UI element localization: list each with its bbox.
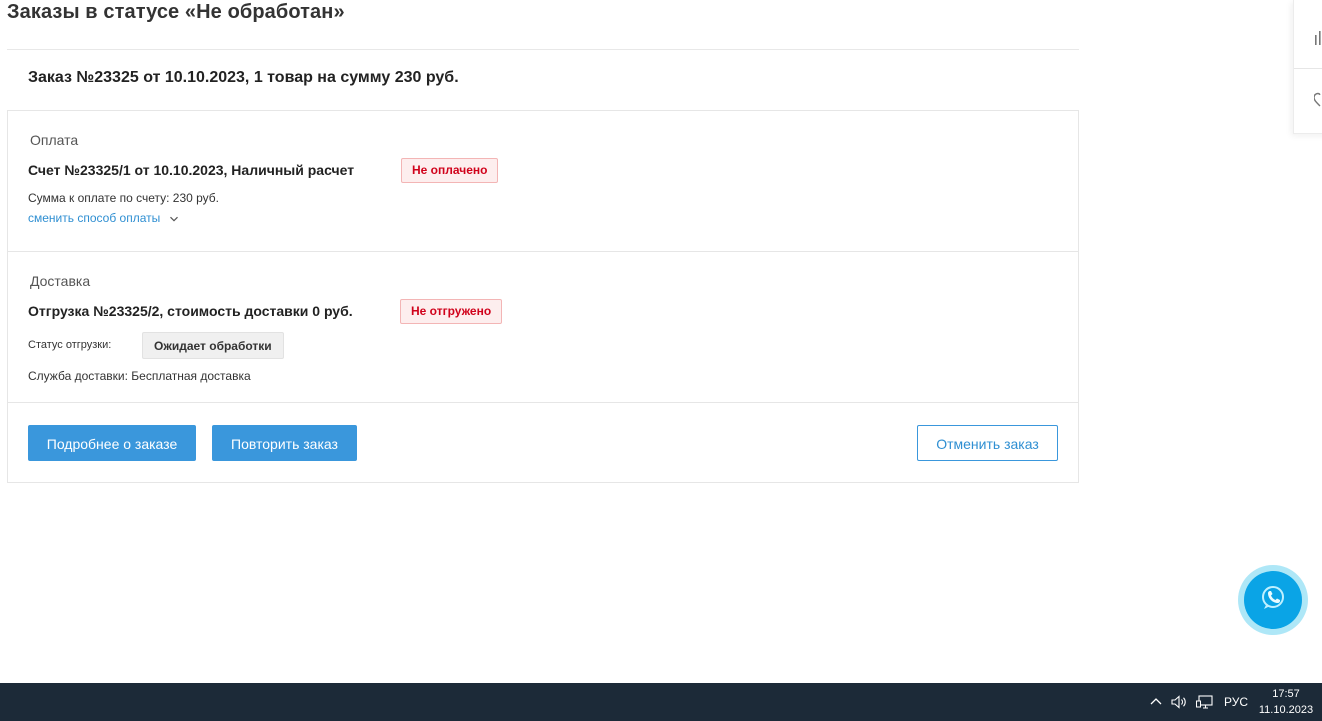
side-panel [1293, 0, 1322, 134]
payment-amount: Сумма к оплате по счету: 230 руб. [28, 191, 220, 205]
page-root: Заказы в статусе «Не обработан» Заказ №2… [0, 0, 1322, 721]
taskbar: РУС 17:57 11.10.2023 [0, 683, 1322, 721]
shipment-title: Отгрузка №23325/2, стоимость доставки 0 … [28, 303, 353, 319]
order-heading: Заказ №23325 от 10.10.2023, 1 товар на с… [28, 69, 459, 86]
speaker-icon[interactable] [1171, 683, 1189, 721]
shipment-status-label: Статус отгрузки: [28, 339, 112, 351]
delivery-section: Доставка Отгрузка №23325/2, стоимость до… [8, 252, 1078, 403]
network-icon[interactable] [1196, 683, 1214, 721]
taskbar-clock[interactable]: 17:57 11.10.2023 [1256, 686, 1316, 718]
page-title: Заказы в статусе «Не обработан» [7, 1, 345, 23]
change-payment-method-label: сменить способ оплаты [28, 211, 161, 225]
payment-section: Оплата Счет №23325/1 от 10.10.2023, Нали… [8, 111, 1078, 252]
shipment-status-value: Ожидает обработки [142, 332, 284, 359]
bar-chart-icon[interactable] [1314, 30, 1322, 51]
side-panel-divider [1294, 68, 1322, 69]
delivery-section-label: Доставка [30, 273, 91, 289]
payment-section-label: Оплата [30, 132, 79, 148]
language-indicator[interactable]: РУС [1224, 683, 1248, 721]
chevron-down-icon [169, 213, 179, 223]
invoice-title: Счет №23325/1 от 10.10.2023, Наличный ра… [28, 162, 355, 178]
shipment-status-badge: Не отгружено [400, 299, 503, 324]
chevron-up-icon[interactable] [1149, 683, 1163, 721]
payment-status-badge: Не оплачено [401, 158, 499, 183]
chat-button-inner [1244, 571, 1302, 629]
order-card: Оплата Счет №23325/1 от 10.10.2023, Нали… [7, 110, 1079, 483]
chat-phone-icon [1258, 583, 1288, 618]
heart-icon[interactable] [1313, 92, 1322, 113]
chat-button[interactable] [1238, 565, 1308, 635]
change-payment-method-link[interactable]: сменить способ оплаты [28, 211, 179, 225]
repeat-order-button[interactable]: Повторить заказ [212, 425, 357, 461]
order-details-button[interactable]: Подробнее о заказе [28, 425, 196, 461]
clock-date: 11.10.2023 [1258, 704, 1314, 716]
clock-time: 17:57 [1272, 688, 1300, 700]
delivery-service: Служба доставки: Бесплатная доставка [28, 369, 251, 383]
title-divider [7, 49, 1079, 50]
cancel-order-button[interactable]: Отменить заказ [917, 425, 1058, 461]
order-actions: Подробнее о заказе Повторить заказ Отмен… [8, 403, 1078, 483]
